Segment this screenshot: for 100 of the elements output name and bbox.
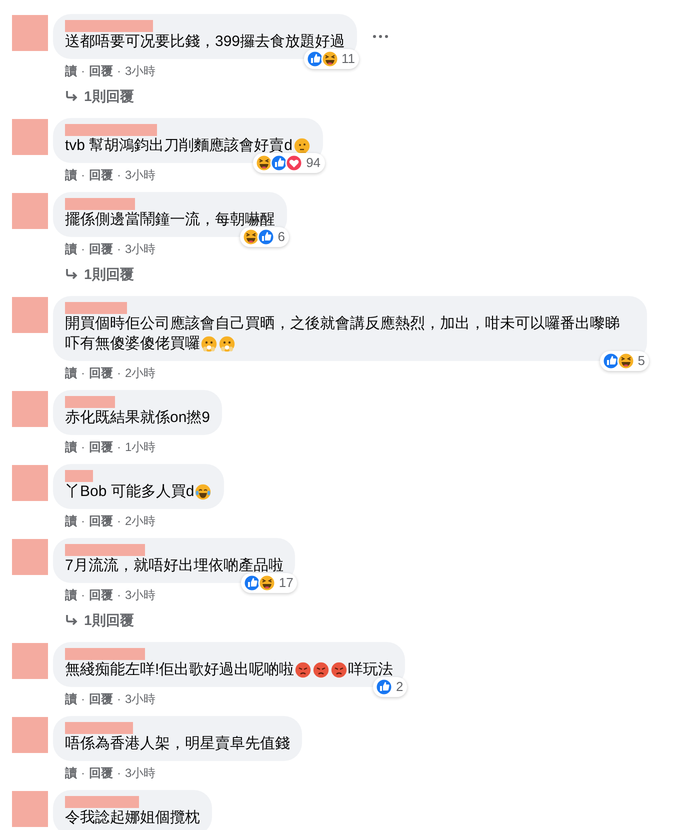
action-link[interactable]: 回覆	[89, 439, 113, 455]
comment-text: 無綫痴能左咩!佢出歌好過出呢啲啦	[65, 660, 294, 680]
separator: ·	[117, 439, 121, 455]
avatar[interactable]	[12, 717, 48, 753]
action-link[interactable]: 回覆	[89, 765, 113, 781]
reply-arrow-icon	[65, 268, 78, 280]
separator: ·	[81, 365, 85, 381]
timestamp: 2小時	[125, 365, 156, 381]
separator: ·	[81, 587, 85, 603]
action-link[interactable]: 回覆	[89, 587, 113, 603]
action-link[interactable]: 讀	[65, 365, 77, 381]
separator: ·	[117, 691, 121, 707]
emoji-icon	[219, 336, 235, 352]
separator: ·	[81, 765, 85, 781]
separator: ·	[117, 365, 121, 381]
avatar[interactable]	[12, 391, 48, 427]
reaction-icon	[256, 228, 272, 246]
comment-text: 唔係為香港人架，明星賣阜先值錢	[65, 734, 290, 754]
emoji-icon	[295, 662, 312, 678]
comment-text: 咩玩法	[348, 660, 394, 680]
replies-link[interactable]: 1則回覆	[65, 86, 134, 106]
avatar[interactable]	[12, 791, 48, 827]
reaction-icon	[242, 228, 257, 246]
separator: ·	[81, 439, 85, 455]
action-link[interactable]: 讀	[65, 513, 77, 529]
reaction-icon	[258, 574, 273, 592]
comment-text: 送都唔要可况要比錢，399攞去食放題好過	[65, 32, 346, 52]
comment-text: 吓有無傻婆傻佬買囉	[65, 334, 200, 354]
separator: ·	[81, 691, 85, 707]
avatar[interactable]	[12, 539, 48, 575]
reaction-icon	[255, 154, 270, 172]
avatar[interactable]	[12, 643, 48, 679]
reaction-icon	[320, 50, 336, 68]
emoji-icon	[201, 336, 217, 352]
action-link[interactable]: 讀	[65, 167, 77, 183]
action-link[interactable]: 回覆	[89, 513, 113, 529]
replies-link[interactable]: 1則回覆	[65, 264, 134, 284]
reaction-count[interactable]: 2	[372, 677, 408, 697]
redacted-name	[65, 396, 115, 408]
redacted-name	[65, 722, 133, 734]
reaction-count[interactable]: 11	[304, 49, 360, 69]
reaction-icon	[374, 678, 390, 696]
timestamp: 3小時	[125, 765, 156, 781]
avatar[interactable]	[12, 119, 48, 155]
timestamp: 3小時	[125, 587, 156, 603]
emoji-icon	[313, 662, 330, 678]
comment-text: 7月流流，就唔好出埋依啲產品啦	[65, 556, 284, 576]
action-link[interactable]: 讀	[65, 439, 77, 455]
separator: ·	[117, 587, 121, 603]
comment-text: 開買個時佢公司應該會自己買晒，之後就會講反應熱烈，加出，咁未可以囉番出嚟睇	[65, 314, 620, 334]
reaction-icon	[306, 50, 321, 68]
action-link[interactable]: 回覆	[89, 241, 113, 257]
comment-text: 丫Bob 可能多人買d	[65, 482, 194, 502]
reaction-icon	[616, 352, 632, 370]
separator: ·	[81, 241, 85, 257]
separator: ·	[81, 513, 85, 529]
separator: ·	[81, 167, 85, 183]
comment-text: tvb 幫胡鴻鈞出刀削麵應該會好賣d	[65, 136, 293, 156]
action-link[interactable]: 回覆	[89, 365, 113, 381]
separator: ·	[117, 167, 121, 183]
separator: ·	[81, 63, 85, 79]
separator: ·	[117, 241, 121, 257]
action-link[interactable]: 讀	[65, 691, 77, 707]
avatar[interactable]	[12, 15, 48, 51]
action-link[interactable]: 讀	[65, 63, 77, 79]
redacted-name	[65, 198, 135, 210]
reply-arrow-icon	[65, 90, 78, 102]
reaction-count[interactable]: 17	[240, 573, 298, 593]
replies-link[interactable]: 1則回覆	[65, 610, 134, 630]
action-link[interactable]: 回覆	[89, 691, 113, 707]
action-link[interactable]: 讀	[65, 241, 77, 257]
redacted-name	[65, 470, 93, 482]
timestamp: 3小時	[125, 691, 156, 707]
timestamp: 2小時	[125, 513, 156, 529]
avatar[interactable]	[12, 465, 48, 501]
reaction-icon	[285, 154, 300, 172]
comment-text: 令我諗起娜姐個攬枕	[65, 808, 200, 828]
reaction-icon	[270, 154, 286, 172]
action-link[interactable]: 回覆	[89, 63, 113, 79]
separator: ·	[117, 513, 121, 529]
timestamp: 3小時	[125, 63, 156, 79]
reaction-count[interactable]: 94	[253, 153, 325, 173]
comment-text: 赤化既結果就係on撚9	[65, 408, 210, 428]
reaction-count[interactable]: 5	[600, 351, 649, 371]
separator: ·	[117, 765, 121, 781]
timestamp: 3小時	[125, 241, 156, 257]
timestamp: 3小時	[125, 167, 156, 183]
reaction-count[interactable]: 6	[240, 227, 289, 247]
emoji-icon	[331, 662, 348, 678]
reaction-icon	[242, 574, 258, 592]
comment-text: 擺係側邊當鬧鐘一流，每朝嚇醒	[65, 210, 275, 230]
avatar[interactable]	[12, 297, 48, 333]
action-link[interactable]: 讀	[65, 587, 77, 603]
emoji-icon	[195, 484, 212, 500]
separator: ·	[117, 63, 121, 79]
reply-arrow-icon	[65, 614, 78, 626]
timestamp: 1小時	[125, 439, 156, 455]
action-link[interactable]: 回覆	[89, 167, 113, 183]
action-link[interactable]: 讀	[65, 765, 77, 781]
avatar[interactable]	[12, 193, 48, 229]
